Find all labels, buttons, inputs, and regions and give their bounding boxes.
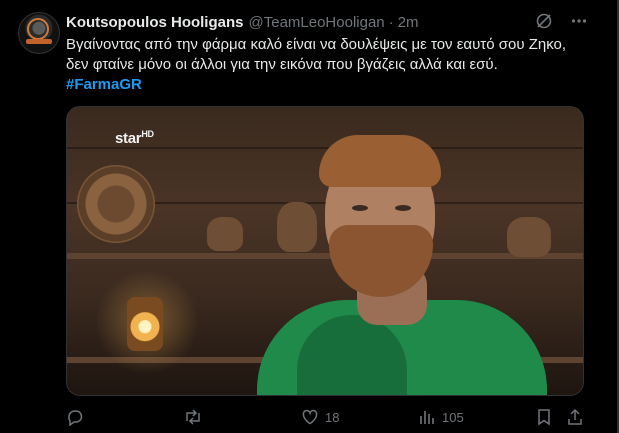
person-figure [257,135,547,395]
timestamp[interactable]: 2m [398,14,419,31]
channel-logo: starHD [115,129,154,147]
views-icon [418,408,436,426]
retweet-icon [183,408,203,426]
tweet-text: Βγαίνοντας από την φάρμα καλό είναι να δ… [66,35,596,95]
reply-icon [66,408,84,426]
avatar-ring-graphic [27,18,49,40]
eye [395,205,411,211]
tweet-media[interactable]: starHD [66,106,584,396]
avatar[interactable] [18,12,60,54]
like-button[interactable]: 18 [301,408,339,426]
clay-pot [207,217,243,251]
tweet-header: Koutsopoulos Hooligans @TeamLeoHooligan … [66,12,419,32]
bookmark-icon [536,408,552,426]
heart-icon [301,408,319,426]
decorative-plate [77,165,155,243]
slash-circle-icon[interactable] [535,12,553,35]
views-count: 105 [442,409,464,425]
header-actions [535,12,587,35]
oil-lamp [127,297,163,351]
author-name[interactable]: Koutsopoulos Hooligans [66,14,244,31]
eye [352,205,368,211]
tweet-actions: 18 105 [66,408,586,430]
more-icon[interactable] [571,13,587,34]
hair [319,135,441,187]
share-icon [566,408,584,426]
share-button[interactable] [566,408,584,426]
views-button[interactable]: 105 [418,408,464,426]
tweet-text-line-1: Βγαίνοντας από την φάρμα καλό είναι να δ… [66,36,567,53]
like-count: 18 [325,409,340,425]
retweet-button[interactable] [183,408,209,426]
bookmark-button[interactable] [536,408,552,426]
separator-dot: · [388,13,394,31]
avatar-badge-graphic [26,39,52,44]
channel-logo-text: star [115,130,142,147]
channel-logo-suffix: HD [141,129,154,139]
reply-button[interactable] [66,408,90,426]
hashtag-link[interactable]: #FarmaGR [66,76,142,93]
tweet-text-line-2: δεν φταίνε μόνο οι άλλοι για την εικόνα … [66,56,498,73]
author-handle[interactable]: @TeamLeoHooligan [249,14,385,31]
tweet-card[interactable]: Koutsopoulos Hooligans @TeamLeoHooligan … [0,0,617,433]
